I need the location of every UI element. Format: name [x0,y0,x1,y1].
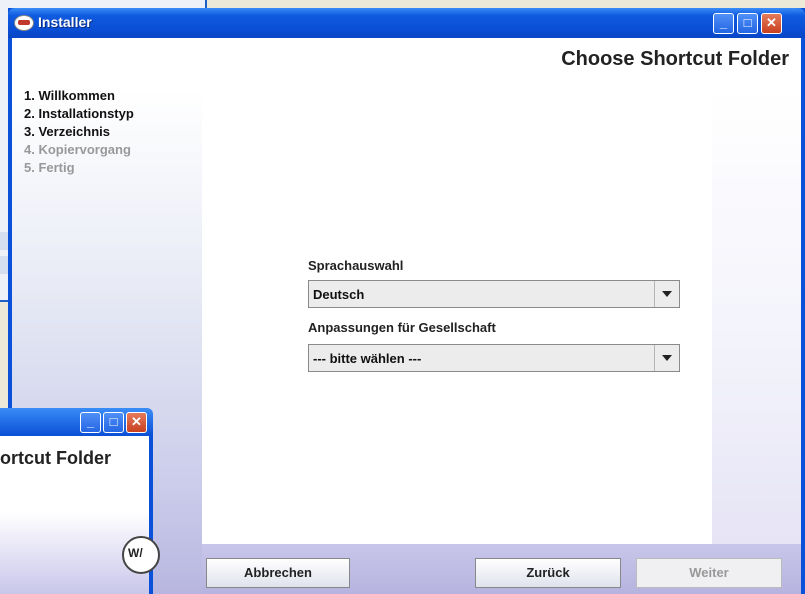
overlay-title-bar[interactable]: _ □ ✕ [0,408,153,436]
maximize-button[interactable]: □ [737,13,758,34]
step-welcome: 1. Willkommen [24,88,115,103]
form-panel [282,88,712,544]
overlay-maximize-button[interactable]: □ [103,412,124,433]
language-select[interactable]: Deutsch [308,280,680,308]
chevron-down-icon[interactable] [654,281,679,307]
window-title: Installer [38,14,92,30]
step-install-type: 2. Installationstyp [24,106,134,121]
company-value: --- bitte wählen --- [313,351,422,366]
step-finish: 5. Fertig [24,160,75,175]
overlay-page-title: ortcut Folder [0,448,111,468]
language-value: Deutsch [313,287,365,302]
title-bar[interactable]: Installer _ □ ✕ [8,8,805,38]
cancel-button[interactable]: Abbrechen [206,558,350,588]
page-title: Choose Shortcut Folder [561,48,789,70]
left-panel [202,88,282,544]
app-icon [14,15,34,31]
next-button[interactable]: Weiter [636,558,782,588]
chevron-down-icon[interactable] [654,345,679,371]
overlay-minimize-button[interactable]: _ [80,412,101,433]
back-button[interactable]: Zurück [475,558,621,588]
right-panel [712,88,801,544]
company-label: Anpassungen für Gesellschaft [308,320,496,335]
company-select[interactable]: --- bitte wählen --- [308,344,680,372]
overlay-close-button[interactable]: ✕ [126,412,147,433]
step-directory: 3. Verzeichnis [24,124,110,139]
overlay-window: _ □ ✕ ortcut Folder [0,408,160,594]
company-logo [122,536,160,574]
step-copy: 4. Kopiervorgang [24,142,131,157]
language-label: Sprachauswahl [308,258,404,273]
close-button[interactable]: ✕ [761,13,782,34]
minimize-button[interactable]: _ [713,13,734,34]
